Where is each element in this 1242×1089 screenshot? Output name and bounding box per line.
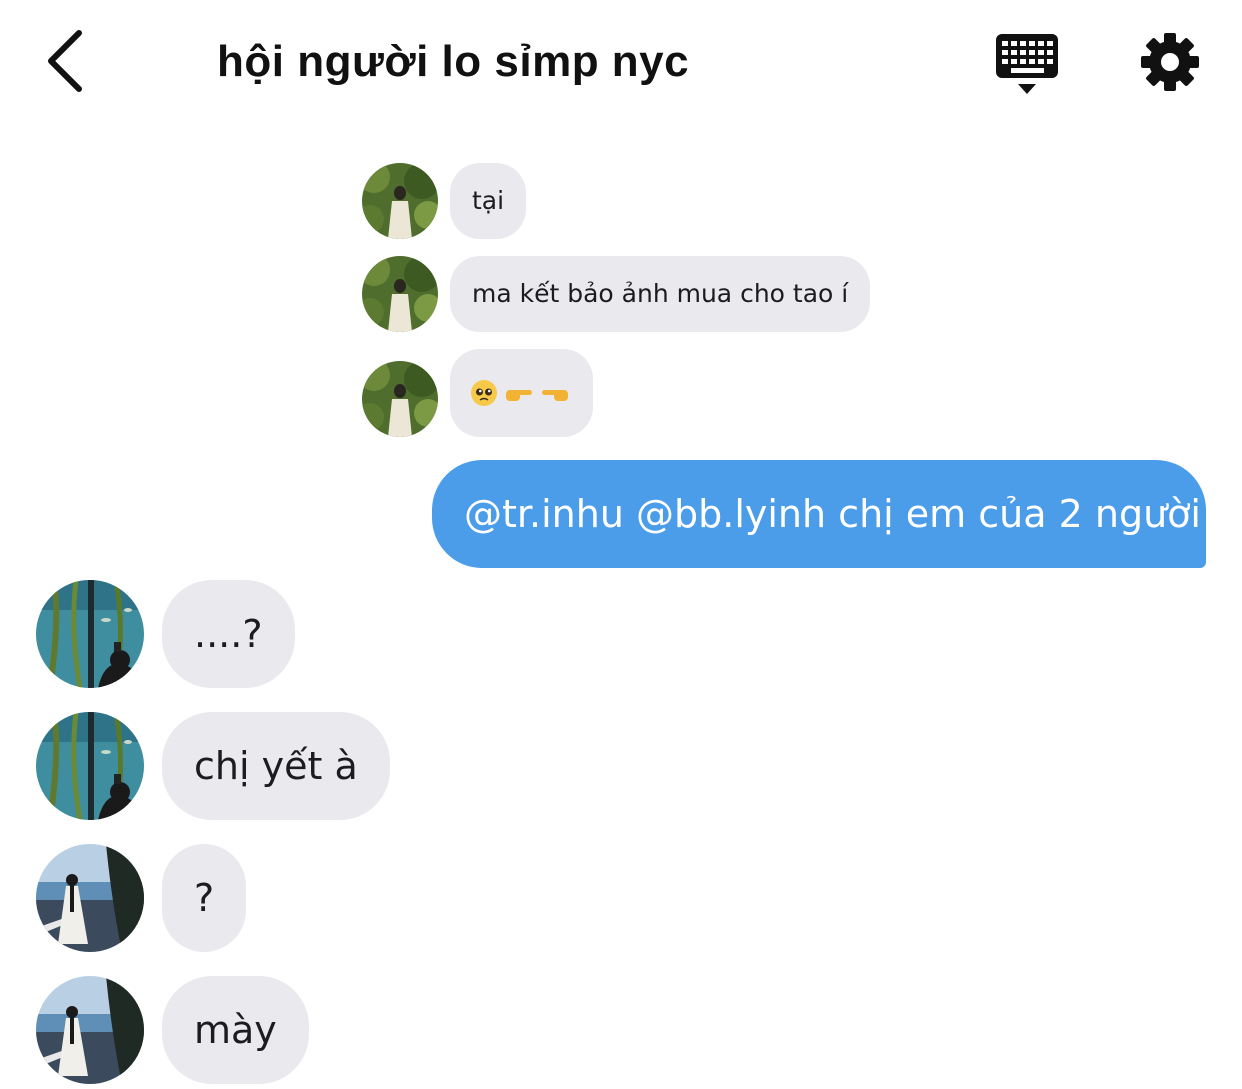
message-bubble[interactable]: ma kết bảo ảnh mua cho tao í [450, 256, 871, 332]
message-bubble[interactable]: chị yết à [162, 712, 390, 820]
avatar[interactable] [362, 163, 438, 239]
message-text: ....? [194, 612, 263, 656]
settings-button[interactable] [1138, 30, 1202, 94]
forest-avatar-image [362, 361, 438, 437]
avatar[interactable] [36, 844, 144, 952]
message-text: tại [472, 186, 505, 215]
message-text: mày [194, 1008, 277, 1052]
message-bubble[interactable]: ....? [162, 580, 295, 688]
seaside-avatar-image [36, 976, 144, 1084]
keyboard-icon [996, 34, 1058, 94]
chat-header: hội người lo sỉmp nyc [0, 0, 1242, 124]
aquarium-avatar-image [36, 712, 144, 820]
message-bubble[interactable]: tại [450, 163, 527, 239]
aquarium-avatar-image [36, 580, 144, 688]
avatar[interactable] [36, 712, 144, 820]
point-left-emoji [542, 390, 568, 401]
seaside-avatar-image [36, 844, 144, 952]
gear-icon [1141, 33, 1199, 91]
avatar[interactable] [36, 976, 144, 1084]
message-text: chị yết à [194, 744, 358, 788]
message-bubble[interactable] [450, 349, 593, 437]
avatar[interactable] [362, 256, 438, 332]
message-bubble[interactable]: mày [162, 976, 309, 1084]
my-message-bubble[interactable]: @tr.inhu @bb.lyinh chị em của 2 người [432, 460, 1206, 568]
chat-title: hội người lo sỉmp nyc [217, 37, 690, 86]
message-text: ma kết bảo ảnh mua cho tao í [472, 279, 849, 308]
chevron-left-icon [48, 30, 82, 92]
forest-avatar-image [362, 256, 438, 332]
back-button[interactable] [30, 26, 100, 96]
message-text: @tr.inhu @bb.lyinh chị em của 2 người [464, 492, 1201, 536]
message-text: ? [194, 876, 215, 920]
point-right-emoji [506, 390, 532, 401]
message-bubble[interactable]: ? [162, 844, 247, 952]
pleading-face-emoji [471, 380, 497, 406]
avatar[interactable] [362, 361, 438, 437]
avatar[interactable] [36, 580, 144, 688]
forest-avatar-image [362, 163, 438, 239]
keyboard-button[interactable] [990, 32, 1064, 98]
